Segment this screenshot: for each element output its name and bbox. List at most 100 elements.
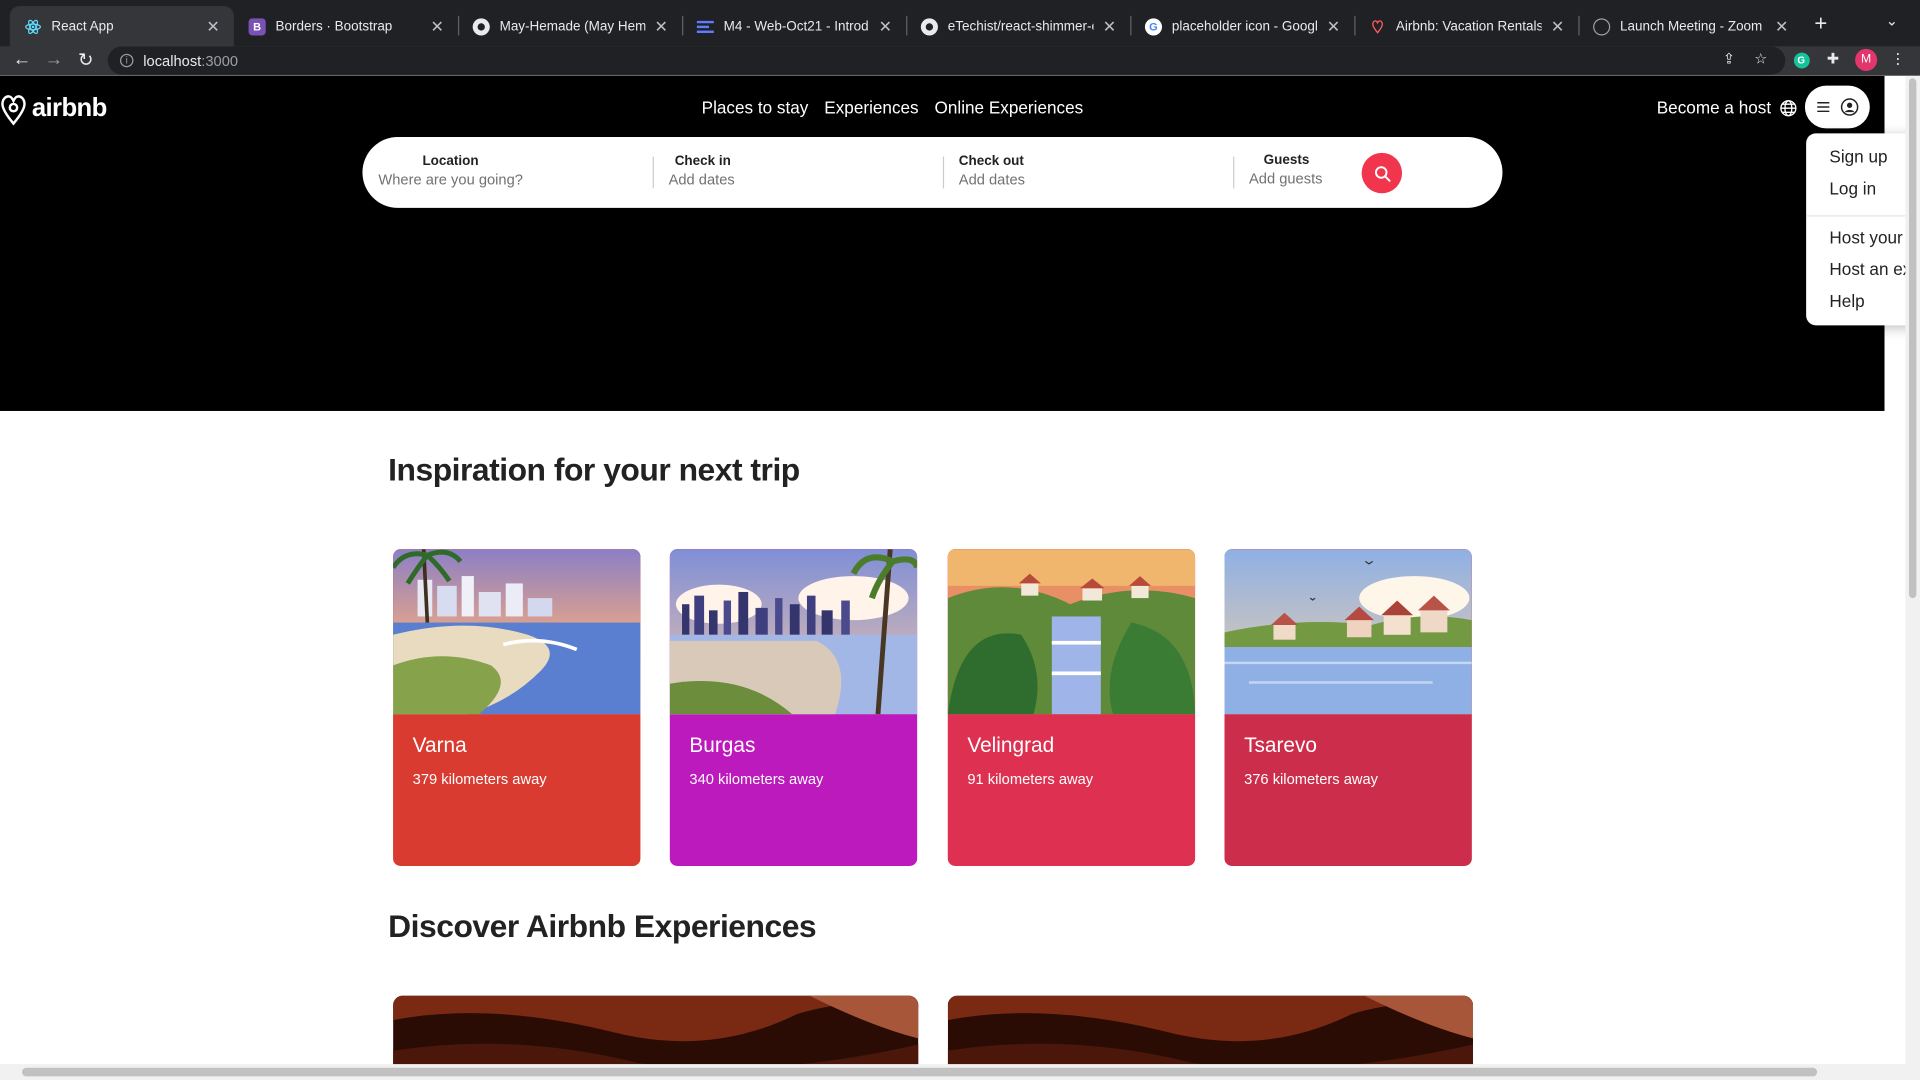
- bookmark-star-icon[interactable]: ☆: [1750, 50, 1772, 67]
- airbnb-logo[interactable]: airbnb: [0, 91, 107, 128]
- horizontal-scrollbar-thumb[interactable]: [22, 1067, 1818, 1077]
- react-icon: [24, 18, 42, 35]
- tab-title: May-Hemade (May Hemade: [499, 18, 646, 34]
- info-icon[interactable]: i: [120, 53, 134, 68]
- checkin-field[interactable]: Check in Add dates: [669, 154, 938, 188]
- tab-react-app[interactable]: React App ✕: [9, 6, 234, 47]
- become-host-link[interactable]: Become a host: [1657, 98, 1771, 118]
- github-icon: [472, 17, 490, 35]
- user-avatar-icon: [1840, 98, 1858, 116]
- tab-title: Airbnb: Vacation Rentals, Ca: [1395, 18, 1542, 34]
- destination-card-velingrad[interactable]: Velingrad 91 kilometers away: [947, 549, 1196, 866]
- back-arrow-icon[interactable]: ←: [10, 49, 34, 70]
- tab-github-may[interactable]: May-Hemade (May Hemade ✕: [458, 6, 682, 46]
- card-distance: 91 kilometers away: [967, 770, 1094, 788]
- search-divider: [942, 156, 945, 189]
- address-bar[interactable]: i localhost:3000: [107, 46, 1786, 75]
- browser-tab-strip: React App ✕ B Borders · Bootstrap ✕ May-…: [0, 0, 1920, 47]
- destination-card-burgas[interactable]: Burgas 340 kilometers away: [669, 549, 918, 866]
- tab-google-search[interactable]: G placeholder icon - Google S ✕: [1130, 6, 1354, 46]
- menu-item-sign-up[interactable]: Sign up: [1829, 147, 1887, 167]
- user-dropdown-menu: Sign up Log in Host your Host an ex Help: [1806, 133, 1920, 326]
- close-icon[interactable]: ✕: [1325, 17, 1342, 37]
- card-distance: 340 kilometers away: [689, 770, 824, 788]
- search-button[interactable]: [1361, 152, 1403, 194]
- location-input[interactable]: Where are you going?: [378, 171, 647, 188]
- share-icon[interactable]: ⇪: [1718, 50, 1740, 67]
- nav-experiences[interactable]: Experiences: [824, 98, 918, 118]
- tab-title: React App: [51, 18, 114, 34]
- tab-m4-web[interactable]: M4 - Web-Oct21 - Introduct ✕: [682, 6, 906, 46]
- close-icon[interactable]: ✕: [1549, 17, 1566, 37]
- kebab-menu-icon[interactable]: ⋮: [1887, 50, 1909, 67]
- search-bar: Location Where are you going? Check in A…: [362, 136, 1503, 208]
- vertical-scrollbar[interactable]: [1905, 75, 1920, 1080]
- airbnb-logo-icon: [1, 95, 26, 126]
- profile-avatar[interactable]: M: [1855, 48, 1878, 71]
- nav-online-experiences[interactable]: Online Experiences: [935, 98, 1084, 118]
- tab-title: Borders · Bootstrap: [275, 18, 393, 34]
- card-title: Tsarevo: [1244, 733, 1317, 758]
- velingrad-illustration: [947, 549, 1196, 715]
- tab-zoom[interactable]: Launch Meeting - Zoom ✕: [1578, 6, 1802, 46]
- close-icon[interactable]: ✕: [1773, 17, 1790, 37]
- inspiration-heading: Inspiration for your next trip: [388, 451, 800, 489]
- vertical-scrollbar-thumb[interactable]: [1908, 78, 1917, 599]
- menu-item-log-in[interactable]: Log in: [1829, 179, 1876, 199]
- hero-header: airbnb Places to stay Experiences Online…: [0, 75, 1885, 411]
- main-nav: Places to stay Experiences Online Experi…: [702, 98, 1084, 118]
- tsarevo-illustration: [1224, 549, 1472, 715]
- user-menu-button[interactable]: [1804, 85, 1870, 129]
- horizontal-scrollbar[interactable]: [0, 1064, 1920, 1080]
- tab-title: eTechist/react-shimmer-effe: [947, 18, 1094, 34]
- guests-field[interactable]: Guests Add guests: [1249, 153, 1359, 187]
- tab-bootstrap[interactable]: B Borders · Bootstrap ✕: [234, 6, 458, 46]
- guests-input[interactable]: Add guests: [1249, 170, 1359, 187]
- close-icon[interactable]: ✕: [877, 17, 894, 37]
- checkout-input[interactable]: Add dates: [959, 171, 1228, 188]
- checkout-field[interactable]: Check out Add dates: [959, 154, 1228, 188]
- tab-github-shimmer[interactable]: eTechist/react-shimmer-effe ✕: [906, 6, 1130, 46]
- tab-title: placeholder icon - Google S: [1171, 18, 1318, 34]
- tab-airbnb[interactable]: Airbnb: Vacation Rentals, Ca ✕: [1354, 6, 1578, 46]
- new-tab-button[interactable]: +: [1809, 11, 1833, 37]
- card-distance: 376 kilometers away: [1244, 770, 1379, 788]
- page-viewport: airbnb Places to stay Experiences Online…: [0, 75, 1920, 1080]
- nav-places-to-stay[interactable]: Places to stay: [702, 98, 809, 118]
- checkin-input[interactable]: Add dates: [669, 171, 938, 188]
- logo-wordmark: airbnb: [31, 94, 108, 123]
- tab-title: Launch Meeting - Zoom: [1620, 18, 1763, 34]
- reload-icon[interactable]: ↻: [73, 49, 97, 71]
- location-field[interactable]: Location Where are you going?: [378, 154, 647, 188]
- github-icon: [920, 17, 938, 35]
- card-title: Burgas: [689, 733, 756, 758]
- menu-item-host-your-home[interactable]: Host your: [1829, 227, 1902, 247]
- close-icon[interactable]: ✕: [204, 17, 221, 37]
- menu-item-host-an-experience[interactable]: Host an ex: [1829, 259, 1911, 279]
- grammarly-icon[interactable]: G: [1790, 50, 1812, 69]
- card-title: Velingrad: [967, 733, 1055, 758]
- card-distance: 379 kilometers away: [412, 770, 547, 788]
- tab-title: M4 - Web-Oct21 - Introduct: [723, 18, 870, 34]
- search-icon: [1374, 165, 1390, 182]
- destination-card-tsarevo[interactable]: Tsarevo 376 kilometers away: [1224, 549, 1472, 866]
- close-icon[interactable]: ✕: [1101, 17, 1118, 37]
- extensions-puzzle-icon[interactable]: ✚: [1822, 50, 1844, 67]
- hamburger-icon: [1816, 102, 1829, 113]
- google-icon: G: [1144, 17, 1163, 35]
- varna-illustration: [393, 549, 641, 715]
- airbnb-icon: [1369, 18, 1386, 35]
- globe-icon: [1593, 17, 1611, 35]
- close-icon[interactable]: ✕: [653, 17, 670, 37]
- url-host: localhost: [143, 51, 202, 70]
- destination-card-varna[interactable]: Varna 379 kilometers away: [393, 549, 641, 866]
- card-title: Varna: [412, 733, 467, 758]
- burgas-illustration: [669, 549, 918, 715]
- forward-arrow-icon[interactable]: →: [42, 49, 66, 70]
- checkin-label: Check in: [674, 154, 731, 169]
- menu-item-help[interactable]: Help: [1829, 291, 1864, 311]
- guests-label: Guests: [1263, 152, 1310, 168]
- globe-icon[interactable]: [1779, 99, 1797, 117]
- close-icon[interactable]: ✕: [429, 17, 446, 37]
- tab-search-chevron-icon[interactable]: ⌄: [1886, 12, 1898, 29]
